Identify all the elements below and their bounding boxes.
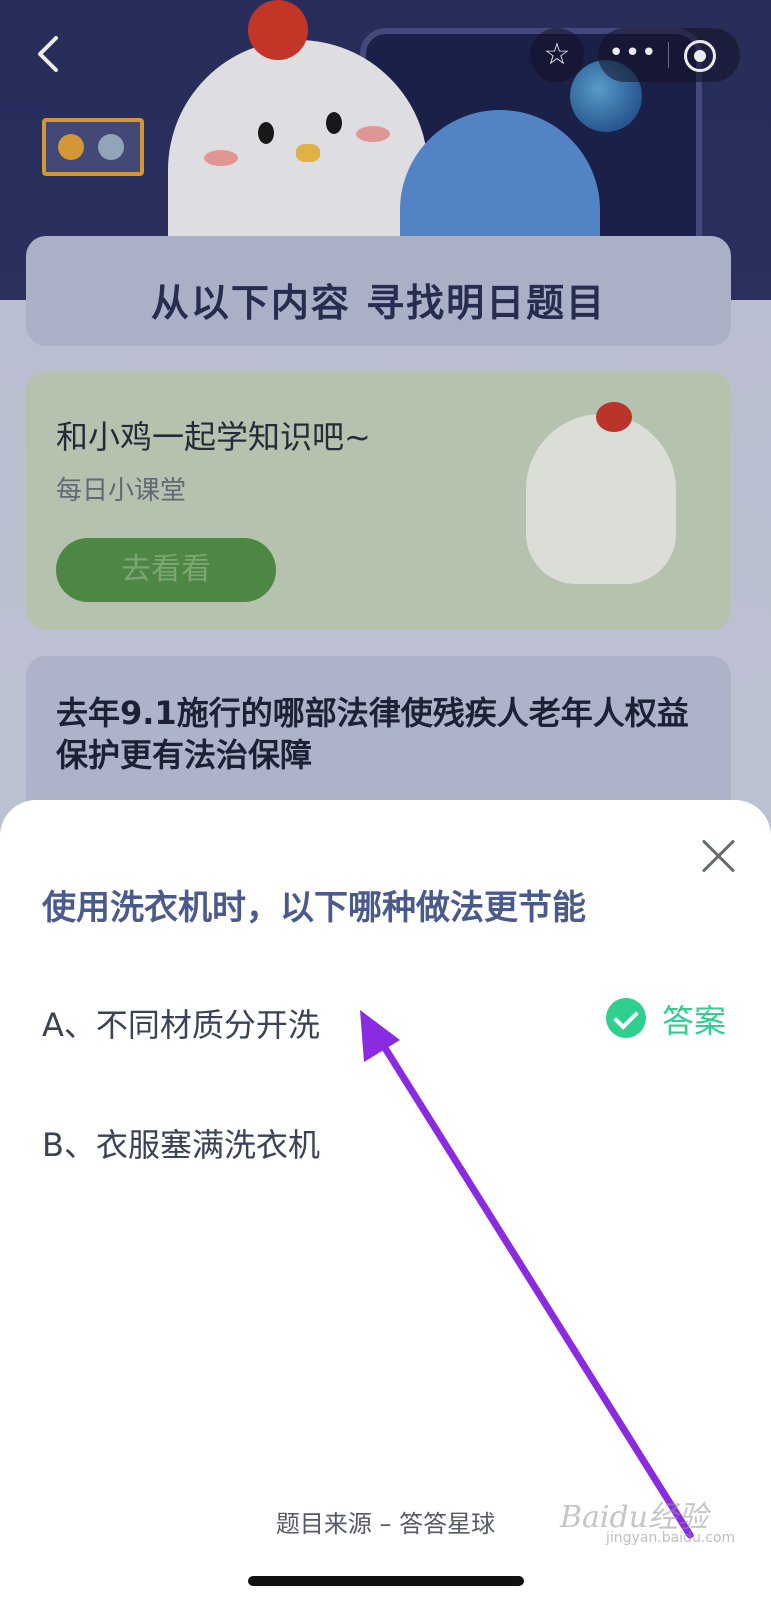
- check-circle-icon: [606, 998, 646, 1038]
- answer-sheet: 使用洗衣机时，以下哪种做法更节能 A、不同材质分开洗 答案 B、衣服塞满洗衣机 …: [0, 800, 771, 1600]
- watermark-url: jingyan.baidu.com: [606, 1530, 736, 1546]
- option-b[interactable]: B、衣服塞满洗衣机: [42, 1120, 320, 1166]
- sheet-question: 使用洗衣机时，以下哪种做法更节能: [42, 888, 586, 928]
- option-a[interactable]: A、不同材质分开洗: [42, 1000, 320, 1046]
- answer-label: 答案: [662, 1002, 727, 1040]
- close-icon[interactable]: [698, 836, 738, 876]
- home-indicator[interactable]: [248, 1576, 524, 1586]
